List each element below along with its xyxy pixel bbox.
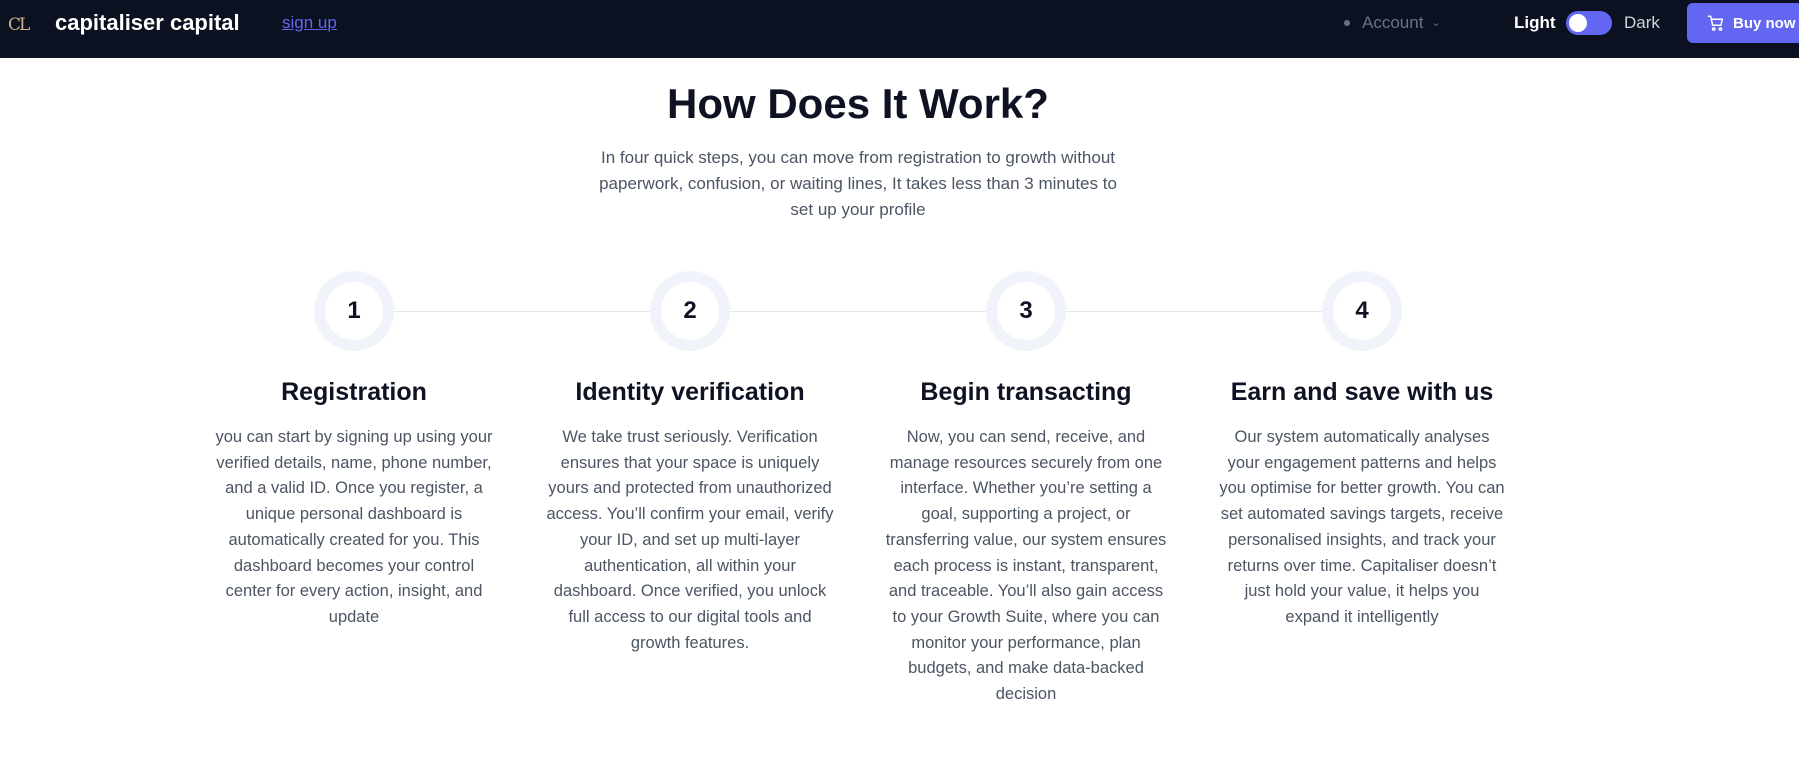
step-2-title: Identity verification [575,378,805,406]
step-3-description: Now, you can send, receive, and manage r… [885,428,1167,704]
buy-now-label: Buy now [1733,14,1796,32]
logo-icon[interactable]: CL [8,13,32,37]
brand-name[interactable]: capitaliser capital [55,10,240,36]
cart-icon [1707,15,1724,31]
step-1-badge: 1 [314,271,394,351]
step-2-description: We take trust seriously. Verification en… [546,428,834,652]
bullet-icon [1344,20,1350,26]
account-menu[interactable]: Account ⌄ [1344,12,1441,34]
step-4-number: 4 [1333,282,1391,340]
step-2-number: 2 [661,282,719,340]
step-3-number: 3 [997,282,1055,340]
section-subtitle: In four quick steps, you can move from r… [599,148,1117,219]
top-navbar: CL capitaliser capital sign up Account ⌄… [0,0,1799,58]
section-title: How Does It Work? [667,80,1049,127]
step-4-badge: 4 [1322,271,1402,351]
chevron-down-icon: ⌄ [1431,17,1441,29]
steps-connector-line [354,311,1364,312]
signup-link[interactable]: sign up [282,12,337,34]
step-3-badge: 3 [986,271,1066,351]
theme-dark-label: Dark [1624,13,1660,32]
toggle-knob [1569,14,1587,32]
theme-light-label: Light [1514,13,1556,32]
step-2-badge: 2 [650,271,730,351]
buy-now-button[interactable]: Buy now [1687,3,1799,43]
step-1-description: you can start by signing up using your v… [215,428,493,626]
account-label: Account [1362,13,1424,32]
step-4-description: Our system automatically analyses your e… [1219,428,1505,626]
step-3-title: Begin transacting [920,378,1132,406]
theme-toggle[interactable] [1566,11,1612,35]
step-1-number: 1 [325,282,383,340]
step-4-title: Earn and save with us [1230,378,1494,406]
step-1-title: Registration [281,378,427,406]
